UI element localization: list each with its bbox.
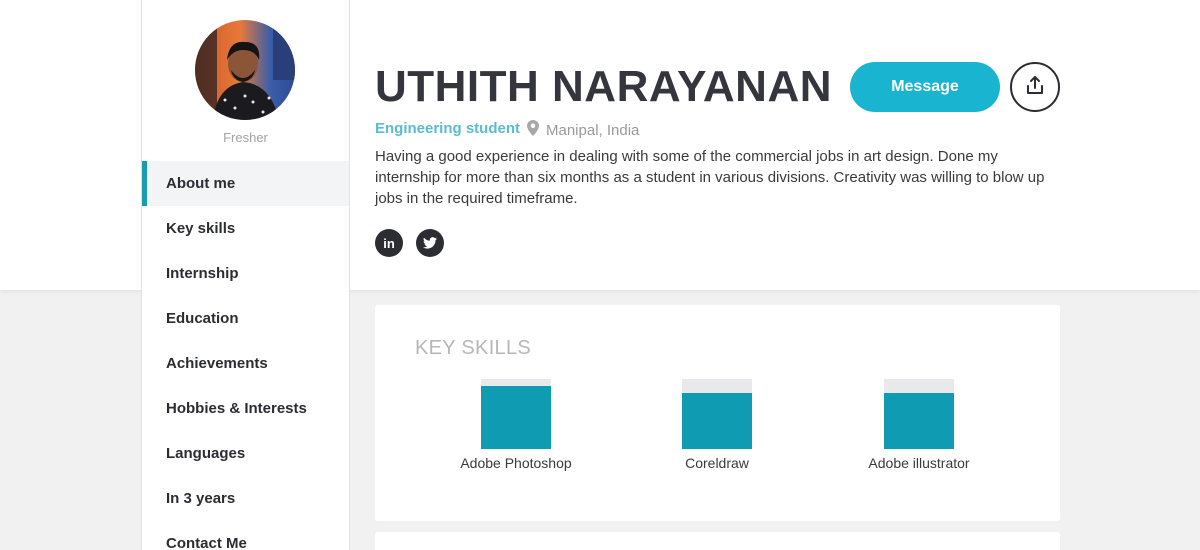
skill-label: Coreldraw (685, 455, 749, 471)
social-links: in (375, 229, 444, 257)
skill-fill (682, 393, 752, 449)
sidebar-item-about-me[interactable]: About me (142, 161, 349, 206)
avatar (195, 20, 295, 120)
profile-location: Manipal, India (527, 120, 639, 140)
linkedin-icon[interactable]: in (375, 229, 403, 257)
sidebar-item-hobbies[interactable]: Hobbies & Interests (142, 386, 349, 431)
skill-fill (481, 386, 551, 449)
sidebar-item-education[interactable]: Education (142, 296, 349, 341)
sidebar-nav: About me Key skills Internship Education… (142, 161, 349, 550)
next-section-card (375, 532, 1060, 550)
location-pin-icon (527, 120, 539, 140)
profile-status: Fresher (223, 130, 268, 145)
twitter-icon[interactable] (416, 229, 444, 257)
skill-label: Adobe illustrator (868, 455, 970, 471)
location-text: Manipal, India (546, 121, 640, 139)
sidebar-item-achievements[interactable]: Achievements (142, 341, 349, 386)
sidebar: Fresher About me Key skills Internship E… (141, 0, 350, 550)
profile-role: Engineering student (375, 120, 521, 137)
linkedin-glyph: in (383, 235, 395, 251)
sidebar-item-internship[interactable]: Internship (142, 251, 349, 296)
avatar-photo (195, 20, 295, 120)
skill-bar (481, 379, 551, 449)
skill-item-photoshop: Adobe Photoshop (426, 379, 606, 471)
message-button[interactable]: Message (850, 62, 1000, 112)
profile-name: UTHITH NARAYANAN (375, 62, 833, 111)
share-icon (1025, 75, 1045, 100)
skill-item-illustrator: Adobe illustrator (829, 379, 1009, 471)
sidebar-item-in-3-years[interactable]: In 3 years (142, 476, 349, 521)
sidebar-item-key-skills[interactable]: Key skills (142, 206, 349, 251)
key-skills-title: KEY SKILLS (415, 337, 532, 359)
skill-fill (884, 393, 954, 449)
skill-label: Adobe Photoshop (460, 455, 572, 471)
profile-bio: Having a good experience in dealing with… (375, 148, 1045, 207)
skill-bar (682, 379, 752, 449)
key-skills-card: KEY SKILLS Adobe Photoshop Coreldraw Ado… (375, 305, 1060, 521)
sidebar-item-languages[interactable]: Languages (142, 431, 349, 476)
skill-bar (884, 379, 954, 449)
skill-item-coreldraw: Coreldraw (627, 379, 807, 471)
sidebar-item-contact-me[interactable]: Contact Me (142, 521, 349, 550)
share-button[interactable] (1010, 62, 1060, 112)
